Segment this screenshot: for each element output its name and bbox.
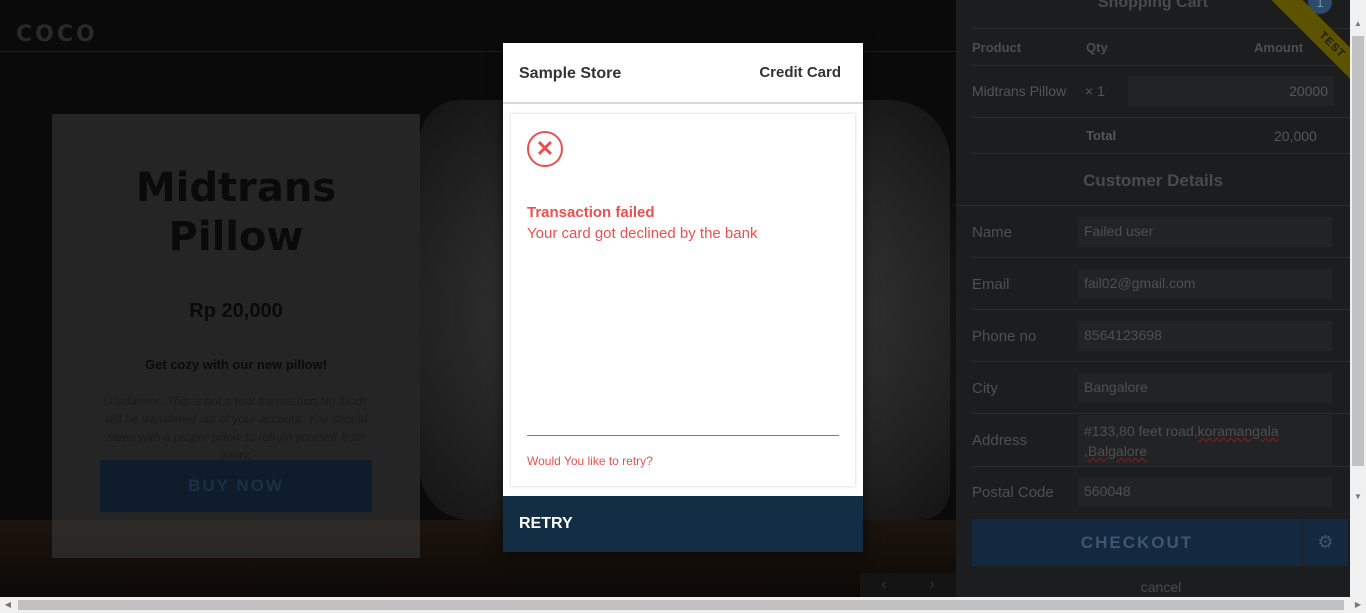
divider [972, 257, 1350, 258]
total-value: 20,000 [1274, 128, 1317, 144]
email-field[interactable]: fail02@gmail.com [1078, 269, 1332, 299]
column-header-qty: Qty [1086, 40, 1108, 55]
store-logo: COCO [16, 22, 98, 47]
phone-label: Phone no [972, 328, 1037, 345]
scroll-right-arrow-icon[interactable]: ▶ [1350, 597, 1366, 613]
chevron-left-icon[interactable]: ‹ [881, 576, 886, 594]
shopping-cart-panel: Shopping Cart 1 Product Qty Amount Midtr… [956, 0, 1350, 597]
customer-details-title: Customer Details [1083, 171, 1223, 190]
postal-code-label: Postal Code [972, 484, 1054, 501]
vertical-scrollbar[interactable]: ▲ ▼ [1350, 0, 1366, 597]
vertical-scroll-thumb[interactable] [1352, 36, 1364, 466]
modal-header: Sample Store Credit Card [503, 43, 863, 104]
address-label: Address [972, 432, 1028, 449]
transaction-status-panel: ✕ Transaction failed Your card got decli… [511, 114, 855, 486]
city-field[interactable]: Bangalore [1078, 373, 1332, 403]
payment-method-label: Credit Card [759, 64, 841, 81]
error-message: Your card got declined by the bank [527, 225, 758, 242]
scroll-down-arrow-icon[interactable]: ▼ [1350, 489, 1366, 505]
divider [972, 65, 1350, 66]
address-text-misspelled: Balgalore [1087, 443, 1148, 459]
divider [972, 28, 1350, 29]
divider [972, 466, 1350, 467]
divider [972, 309, 1350, 310]
retry-question: Would You like to retry? [527, 454, 653, 468]
error-close-icon: ✕ [527, 131, 563, 167]
payment-modal: Sample Store Credit Card ✕ Transaction f… [503, 43, 863, 552]
product-disclaimer: Disclaimer: This is not a real transacti… [103, 394, 369, 462]
carousel-arrows: ‹ › [860, 573, 956, 597]
email-label: Email [972, 276, 1010, 293]
name-label: Name [972, 224, 1013, 241]
buy-now-button[interactable]: BUY NOW [100, 460, 372, 512]
gear-icon[interactable]: ⚙ [1303, 519, 1348, 566]
column-header-product: Product [972, 40, 1022, 55]
scroll-up-arrow-icon[interactable]: ▲ [1350, 16, 1366, 32]
horizontal-scroll-thumb[interactable] [18, 600, 1344, 610]
divider [972, 153, 1350, 154]
scroll-left-arrow-icon[interactable]: ◀ [0, 597, 16, 613]
merchant-name: Sample Store [519, 65, 622, 82]
phone-field[interactable]: 8564123698 [1078, 321, 1332, 351]
divider [972, 413, 1350, 414]
cancel-link[interactable]: cancel [956, 579, 1350, 595]
chevron-right-icon[interactable]: › [929, 576, 934, 594]
city-label: City [972, 380, 998, 397]
product-card: Midtrans Pillow Rp 20,000 Get cozy with … [52, 114, 420, 558]
address-text: #133,80 feet road, [1084, 423, 1198, 439]
name-field[interactable]: Failed user [1078, 217, 1332, 247]
total-label: Total [1086, 128, 1117, 143]
divider [972, 117, 1350, 118]
checkout-button[interactable]: CHECKOUT [972, 519, 1302, 566]
address-text-misspelled: koramangala [1197, 423, 1279, 439]
cart-item-amount: 20000 [1128, 76, 1334, 106]
divider [956, 205, 1350, 206]
divider [527, 435, 839, 436]
error-title: Transaction failed [527, 204, 655, 221]
retry-button[interactable]: RETRY [503, 496, 863, 552]
product-price: Rp 20,000 [189, 300, 283, 322]
postal-code-field[interactable]: 560048 [1078, 477, 1332, 507]
column-header-amount: Amount [1254, 40, 1304, 55]
product-tagline: Get cozy with our new pillow! [144, 357, 327, 372]
address-field[interactable]: #133,80 feet road,koramangala ,Balgalore [1078, 415, 1332, 466]
product-title: Midtrans Pillow [135, 165, 337, 260]
cart-item-name: Midtrans Pillow [972, 83, 1067, 99]
horizontal-scrollbar[interactable]: ◀ ▶ [0, 597, 1366, 613]
divider [972, 361, 1350, 362]
cart-item-qty: × 1 [1085, 83, 1105, 99]
